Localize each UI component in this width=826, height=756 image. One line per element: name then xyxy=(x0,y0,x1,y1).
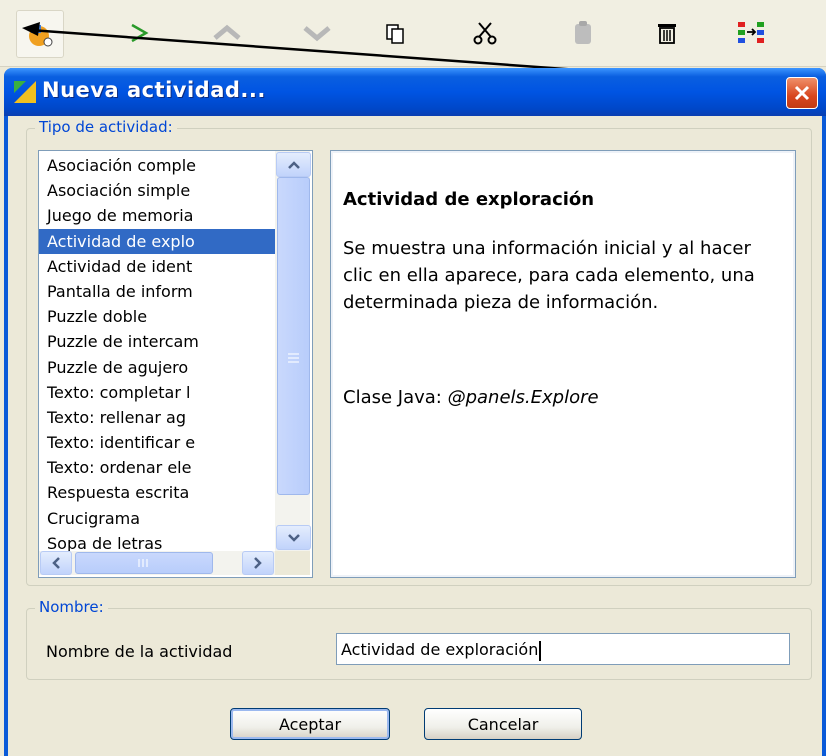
activity-type-item[interactable]: Juego de memoria xyxy=(39,203,275,228)
copy-button[interactable] xyxy=(372,10,418,56)
activity-type-item[interactable]: Texto: rellenar ag xyxy=(39,405,275,430)
copy-icon xyxy=(386,24,404,44)
activity-type-item[interactable]: Texto: identificar e xyxy=(39,430,275,455)
move-down-button[interactable] xyxy=(294,10,340,56)
vertical-scroll-thumb[interactable] xyxy=(277,177,310,495)
activity-type-item[interactable]: Pantalla de inform xyxy=(39,279,275,304)
text-caret xyxy=(539,640,542,661)
grip-icon xyxy=(138,559,148,567)
activity-type-item[interactable]: Actividad de ident xyxy=(39,254,275,279)
horizontal-scrollbar[interactable] xyxy=(39,551,275,575)
clic-app-icon xyxy=(14,81,36,103)
activity-type-item[interactable]: Respuesta escrita xyxy=(39,480,275,505)
play-icon xyxy=(131,23,149,43)
delete-icon xyxy=(658,24,676,44)
activity-type-item[interactable]: Asociación simple xyxy=(39,178,275,203)
dialog-title: Nueva actividad... xyxy=(42,78,266,102)
vertical-scrollbar[interactable] xyxy=(275,151,311,551)
activity-name-value: Actividad de exploración xyxy=(341,640,539,659)
cut-icon xyxy=(473,22,497,45)
chevron-right-icon xyxy=(254,557,262,569)
new-activity-icon xyxy=(29,25,53,47)
move-down-icon xyxy=(303,26,331,42)
sort-button[interactable] xyxy=(728,10,774,56)
activity-type-item[interactable]: Puzzle de agujero xyxy=(39,355,275,380)
scroll-right-button[interactable] xyxy=(242,551,274,575)
scrollbar-corner xyxy=(275,551,310,575)
cut-button[interactable] xyxy=(462,10,508,56)
chevron-up-icon xyxy=(287,160,300,169)
sort-icon xyxy=(738,22,764,43)
activity-type-item[interactable]: Texto: completar l xyxy=(39,380,275,405)
scroll-up-button[interactable] xyxy=(276,152,311,177)
description-title: Actividad de exploración xyxy=(343,189,595,210)
chevron-down-icon xyxy=(287,533,300,542)
activity-name-label: Nombre de la actividad xyxy=(46,642,233,661)
move-up-button[interactable] xyxy=(204,10,250,56)
java-class-line: Clase Java: @panels.Explore xyxy=(343,387,599,408)
activity-type-items: Asociación comple Asociación simple Juego … xyxy=(39,153,275,556)
play-button[interactable] xyxy=(116,10,162,56)
activity-type-item[interactable]: Puzzle doble xyxy=(39,304,275,329)
cancel-button-label: Cancelar xyxy=(467,714,539,734)
scroll-down-button[interactable] xyxy=(276,525,311,550)
description-text: Se muestra una información inicial y al … xyxy=(343,238,755,313)
activity-name-input[interactable]: Actividad de exploración xyxy=(336,633,790,665)
title-bar[interactable]: Nueva actividad... xyxy=(4,68,826,116)
name-legend: Nombre: xyxy=(35,598,108,616)
scroll-left-button[interactable] xyxy=(40,551,72,575)
java-class-prefix: Clase Java: xyxy=(343,387,448,408)
cancel-button[interactable]: Cancelar xyxy=(424,708,582,740)
move-up-icon xyxy=(213,24,241,40)
chevron-left-icon xyxy=(52,557,60,569)
close-button[interactable] xyxy=(786,77,818,109)
ok-button[interactable]: Aceptar xyxy=(230,708,390,740)
activity-description-panel: Actividad de exploración Se muestra una … xyxy=(330,150,796,578)
activity-type-item[interactable]: Actividad de explo xyxy=(39,228,275,254)
activity-type-list[interactable]: Asociación comple Asociación simple Juego … xyxy=(38,150,313,578)
ok-button-label: Aceptar xyxy=(278,714,342,734)
grip-icon xyxy=(288,353,299,363)
paste-button[interactable] xyxy=(560,10,606,56)
activity-type-legend: Tipo de actividad: xyxy=(35,118,177,136)
close-icon xyxy=(794,85,810,101)
activity-type-item[interactable]: Asociación comple xyxy=(39,153,275,178)
toolbar xyxy=(0,0,826,67)
new-activity-button[interactable] xyxy=(16,10,64,58)
delete-button[interactable] xyxy=(644,10,690,56)
java-class-name: @panels.Explore xyxy=(447,387,599,408)
paste-icon xyxy=(575,21,591,44)
activity-type-item[interactable]: Texto: ordenar ele xyxy=(39,455,275,480)
activity-type-item[interactable]: Puzzle de intercam xyxy=(39,329,275,354)
horizontal-scroll-thumb[interactable] xyxy=(75,552,213,574)
activity-type-item[interactable]: Crucigrama xyxy=(39,506,275,531)
